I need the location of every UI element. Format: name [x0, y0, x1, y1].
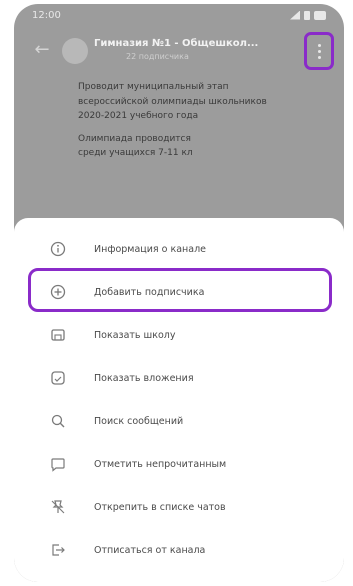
highlight-add-subscriber: [28, 268, 332, 312]
chat-subtitle: 22 подписчика: [126, 52, 189, 61]
unpin-icon: [50, 499, 66, 515]
avatar[interactable]: [62, 38, 88, 64]
menu-item-label: Открепить в списке чатов: [94, 501, 226, 513]
chat-message: Проводит муниципальный этап всероссийско…: [78, 80, 268, 169]
chat-header: ← Гимназия №1 - Общешкол... 22 подписчик…: [14, 30, 344, 72]
menu-item-mark-unread[interactable]: Отметить непрочитанным: [14, 443, 344, 485]
message-line: среди учащихся 7-11 кл: [78, 148, 193, 158]
search-icon: [50, 413, 66, 429]
menu-item-show-school[interactable]: Показать школу: [14, 314, 344, 356]
chat-title[interactable]: Гимназия №1 - Общешкол...: [94, 38, 304, 49]
message-paragraph: Олимпиада проводится среди учащихся 7-11…: [78, 132, 268, 161]
message-line: Олимпиада проводится: [78, 133, 191, 144]
attachments-icon: [50, 370, 66, 386]
back-arrow-icon[interactable]: ←: [32, 40, 52, 60]
status-time: 12:00: [32, 9, 61, 21]
unread-icon: [50, 456, 66, 472]
menu-item-search-messages[interactable]: Поиск сообщений: [14, 400, 344, 442]
message-paragraph: Проводит муниципальный этап всероссийско…: [78, 82, 267, 121]
menu-item-label: Информация о канале: [94, 243, 206, 255]
menu-item-show-attachments[interactable]: Показать вложения: [14, 357, 344, 399]
school-icon: [50, 327, 66, 343]
menu-item-label: Отметить непрочитанным: [94, 458, 227, 470]
menu-item-unpin[interactable]: Открепить в списке чатов: [14, 486, 344, 528]
menu-item-label: Поиск сообщений: [94, 415, 184, 427]
leave-icon: [50, 542, 66, 558]
wifi-icon: [304, 10, 310, 20]
menu-item-channel-info[interactable]: Информация о канале: [14, 228, 344, 270]
more-options-button[interactable]: [304, 32, 334, 70]
menu-item-label: Показать школу: [94, 329, 176, 341]
battery-icon: [314, 10, 326, 20]
signal-icon: [290, 10, 300, 20]
status-bar: 12:00: [14, 4, 344, 26]
menu-item-label: Показать вложения: [94, 372, 194, 384]
menu-item-label: Отписаться от канала: [94, 544, 206, 556]
info-icon: [50, 241, 66, 257]
more-vertical-icon: [317, 43, 321, 59]
menu-item-unsubscribe[interactable]: Отписаться от канала: [14, 529, 344, 571]
status-icons: [290, 10, 326, 20]
